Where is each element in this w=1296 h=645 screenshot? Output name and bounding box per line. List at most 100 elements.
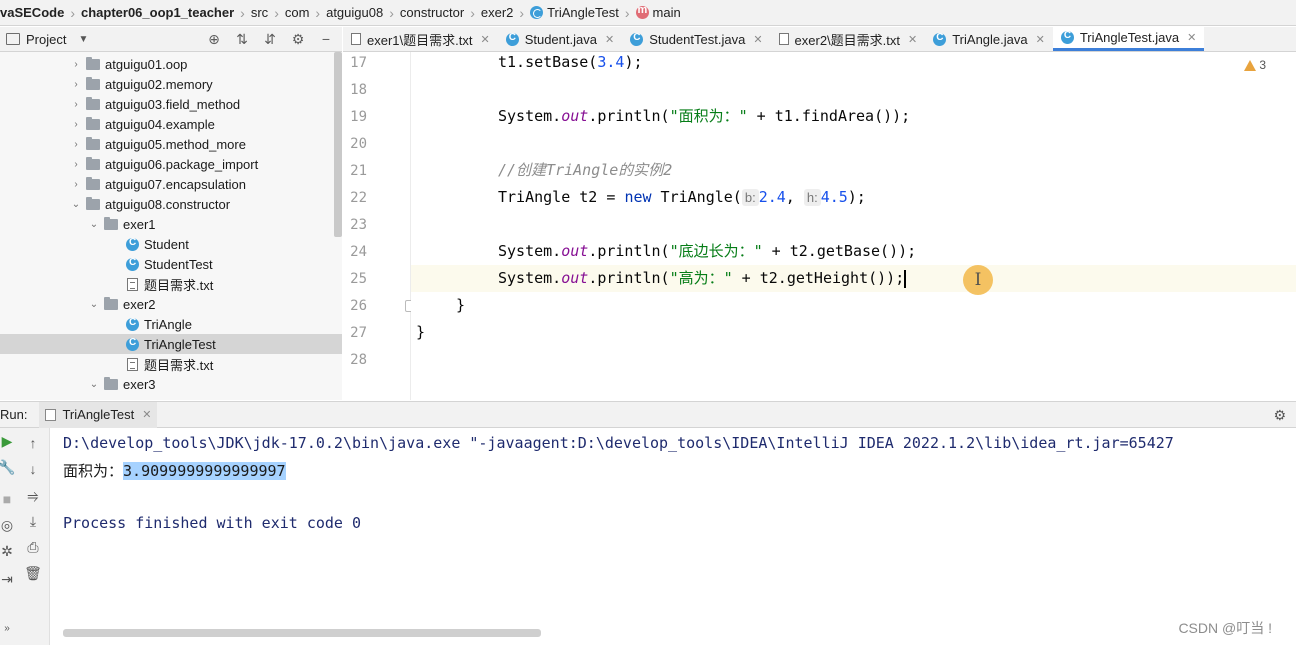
tree-item-file[interactable]: 题目需求.txt <box>0 354 342 374</box>
breadcrumb-separator: › <box>470 4 475 21</box>
chevron-right-icon[interactable]: › <box>70 79 82 90</box>
stop-icon[interactable]: ■ <box>0 490 16 508</box>
class-icon <box>126 337 139 351</box>
tab-label: exer2\题目需求.txt <box>794 32 900 48</box>
tab-exer2-txt[interactable]: exer2\题目需求.txt ✕ <box>771 27 926 51</box>
chevron-down-icon[interactable]: ⌄ <box>70 199 82 210</box>
run-tab[interactable]: TriAngleTest ✕ <box>39 401 158 428</box>
close-icon[interactable]: ✕ <box>908 33 917 46</box>
chevron-down-icon[interactable]: ▼ <box>78 34 88 45</box>
breadcrumb-separator: › <box>70 4 75 21</box>
editor-gutter[interactable]: 17 18 19 20 21 22 23 24 25 26 27 28 <box>343 52 415 400</box>
tree-item-class[interactable]: StudentTest <box>0 254 342 274</box>
rerun-icon[interactable]: ▶ <box>0 432 16 450</box>
tree-item-label: atguigu07.encapsulation <box>105 176 246 192</box>
expand-all-icon[interactable]: ⇅ <box>234 31 250 47</box>
line-number: 17 <box>350 55 367 71</box>
code-line: TriAngle t2 = new TriAngle(b: 2.4, h: 4.5)… <box>498 188 866 206</box>
tree-item-class[interactable]: Student <box>0 234 342 254</box>
close-icon[interactable]: ✕ <box>1187 31 1196 44</box>
tree-item-package[interactable]: ⌄ exer1 <box>0 214 342 234</box>
project-icon <box>6 33 20 45</box>
watermark: CSDN @叮当 ! <box>1178 620 1272 636</box>
class-icon <box>630 32 644 46</box>
breadcrumb-exer2[interactable]: exer2 <box>481 5 514 20</box>
tree-item-package[interactable]: › atguigu06.package_import <box>0 154 342 174</box>
close-icon[interactable]: ✕ <box>1036 33 1045 46</box>
chevron-down-icon[interactable]: ⌄ <box>88 379 100 390</box>
tab-triangle-java[interactable]: TriAngle.java ✕ <box>925 27 1053 51</box>
warning-icon <box>1244 59 1257 71</box>
exit-icon[interactable]: ⇥ <box>0 570 16 588</box>
tree-item-package[interactable]: › atguigu03.field_method <box>0 94 342 114</box>
warnings-indicator[interactable]: 3 <box>1244 58 1266 72</box>
tab-triangletest-java[interactable]: TriAngleTest.java ✕ <box>1052 27 1205 51</box>
editor-tabs: exer1\题目需求.txt ✕ Student.java ✕ StudentTes… <box>343 27 1296 52</box>
project-view-selector[interactable]: Project <box>26 32 66 47</box>
console-horizontal-scrollbar[interactable] <box>63 629 541 637</box>
tree-item-package[interactable]: › atguigu02.memory <box>0 74 342 94</box>
tree-item-package[interactable]: › atguigu01.oop <box>0 54 342 74</box>
tab-studenttest-java[interactable]: StudentTest.java ✕ <box>622 27 770 51</box>
breadcrumb-project[interactable]: vaSECode <box>0 5 64 20</box>
tree-item-package[interactable]: › atguigu07.encapsulation <box>0 174 342 194</box>
line-number: 20 <box>350 136 367 152</box>
line-number: 21 <box>350 163 367 179</box>
hide-icon[interactable]: − <box>318 31 334 47</box>
gear-icon[interactable]: ⚙ <box>290 31 306 47</box>
trash-icon[interactable]: 🗑 <box>24 564 42 582</box>
run-tab-label: TriAngleTest <box>62 407 135 422</box>
chevron-down-icon[interactable]: ⌄ <box>88 299 100 310</box>
print-icon[interactable]: ⎙ <box>24 538 42 556</box>
close-icon[interactable]: ✕ <box>605 33 614 46</box>
tab-student-java[interactable]: Student.java ✕ <box>498 27 623 51</box>
breadcrumb-method-label: main <box>652 5 681 20</box>
breadcrumb: vaSECode › chapter06_oop1_teacher › src … <box>0 0 1296 26</box>
close-icon[interactable]: ✕ <box>142 408 151 421</box>
chevron-right-icon[interactable]: › <box>70 159 82 170</box>
package-icon <box>86 196 100 210</box>
breadcrumb-atguigu08[interactable]: atguigu08 <box>326 5 383 20</box>
chevron-right-icon[interactable]: › <box>70 59 82 70</box>
code-editor[interactable]: t1.setBase(3.4); System.out.println("面积为… <box>411 52 1296 400</box>
tree-item-package[interactable]: › atguigu05.method_more <box>0 134 342 154</box>
breadcrumb-src[interactable]: src <box>251 5 268 20</box>
settings-icon[interactable]: ✲ <box>0 542 16 560</box>
tree-item-package[interactable]: ⌄ exer2 <box>0 294 342 314</box>
gear-icon[interactable]: ⚙ <box>1273 407 1286 424</box>
project-tree-scrollbar[interactable] <box>334 52 342 237</box>
tree-item-package[interactable]: › atguigu04.example <box>0 114 342 134</box>
breadcrumb-method[interactable]: main <box>635 4 681 20</box>
arrow-up-icon[interactable]: ↑ <box>24 434 42 452</box>
tree-item-class[interactable]: TriAngle <box>0 314 342 334</box>
chevron-right-icon[interactable]: › <box>70 179 82 190</box>
tree-item-file[interactable]: 题目需求.txt <box>0 274 342 294</box>
package-icon <box>86 76 100 90</box>
tab-exer1-txt[interactable]: exer1\题目需求.txt ✕ <box>343 27 498 51</box>
breadcrumb-constructor[interactable]: constructor <box>400 5 464 20</box>
close-icon[interactable]: ✕ <box>753 33 762 46</box>
soft-wrap-icon[interactable]: ⥤ <box>24 486 42 504</box>
collapse-all-icon[interactable]: ⇵ <box>262 31 278 47</box>
arrow-down-icon[interactable]: ↓ <box>24 460 42 478</box>
chevron-right-icon[interactable]: › <box>70 139 82 150</box>
chevron-down-icon[interactable]: ⌄ <box>88 219 100 230</box>
more-icon[interactable]: » <box>0 620 16 638</box>
tree-item-label: atguigu08.constructor <box>105 196 231 212</box>
tree-item-package[interactable]: ⌄ exer3 <box>0 374 342 394</box>
run-console[interactable]: D:\develop_tools\JDK\jdk-17.0.2\bin\java… <box>50 428 1296 645</box>
tree-item-package[interactable]: ⌄ atguigu08.constructor <box>0 194 342 214</box>
breadcrumb-class[interactable]: TriAngleTest <box>530 5 619 20</box>
chevron-right-icon[interactable]: › <box>70 99 82 110</box>
mouse-cursor-icon: I <box>963 265 993 295</box>
breadcrumb-com[interactable]: com <box>285 5 310 20</box>
chevron-right-icon[interactable]: › <box>70 119 82 130</box>
tree-item-class-selected[interactable]: TriAngleTest <box>0 334 342 354</box>
close-icon[interactable]: ✕ <box>480 33 489 46</box>
tab-label: TriAngle.java <box>952 31 1028 47</box>
wrench-icon[interactable]: 🔧 <box>0 458 16 476</box>
locate-icon[interactable]: ⊕ <box>206 31 222 47</box>
scroll-to-end-icon[interactable]: ⤓ <box>24 512 42 530</box>
camera-icon[interactable]: ◎ <box>0 516 16 534</box>
breadcrumb-module[interactable]: chapter06_oop1_teacher <box>81 5 234 20</box>
